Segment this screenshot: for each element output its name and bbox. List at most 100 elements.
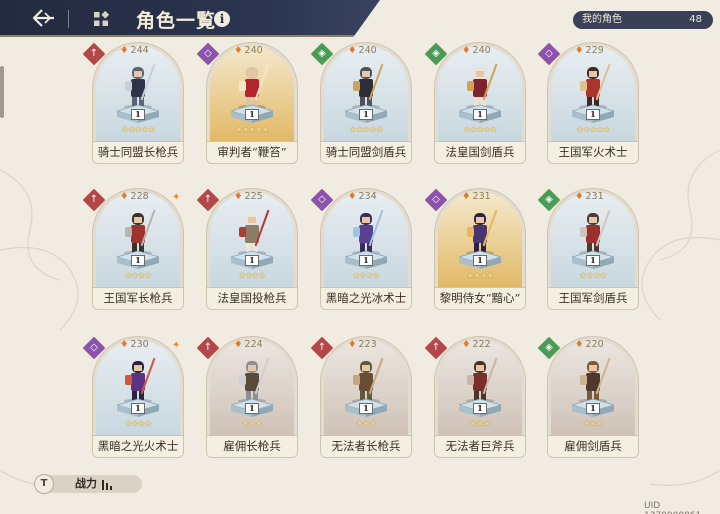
back-arrow-icon[interactable] [30,6,56,30]
scroll-indicator[interactable] [0,66,4,118]
character-name: 王国军剑盾兵 [548,287,638,309]
power-value: ♦ 234 [348,191,377,202]
character-sprite [466,63,498,109]
flame-icon: ♦ [348,191,357,202]
flame-icon: ♦ [462,191,471,202]
card-frame: ♦ 234 1 ★★★★ 黑暗之光冰术士 [320,188,412,310]
power-value: ♦ 231 [575,191,604,202]
level-badge: 1 [586,255,600,266]
star-rating: ★★★★★ [576,125,610,134]
flame-icon: ♦ [348,45,357,56]
power-value: ♦ 224 [234,339,263,350]
level-badge: 1 [131,403,145,414]
grid-view-icon[interactable] [93,11,109,27]
info-button[interactable]: i [214,11,230,27]
character-name: 雇佣剑盾兵 [548,435,638,457]
star-rating: ★★★★ [124,419,152,428]
character-card[interactable]: ♦ 240 1 ★★★★★ 骑士同盟剑盾兵 ◈ [309,41,412,164]
character-name: 雇佣长枪兵 [207,435,297,457]
character-card[interactable]: ♦ 244 1 ★★★★★ 骑士同盟长枪兵 ↑ [81,41,184,164]
character-name: 法皇国投枪兵 [207,287,297,309]
character-name: 王国军火术士 [548,141,638,163]
star-rating: ★★★★★ [463,125,497,134]
character-sprite [124,209,156,255]
star-rating: ★★★ [469,419,491,428]
level-badge: 1 [245,109,259,120]
star-rating: ★★★ [241,419,263,428]
character-sprite [352,63,384,109]
level-badge: 1 [245,403,259,414]
card-frame: ♦ 228 1 ★★★★ 王国军长枪兵 [92,188,184,310]
character-card[interactable]: ♦ 240 1 ★★★★★ 审判者“鞭笞” ◇ [195,41,298,164]
card-frame: ♦ 229 1 ★★★★★ 王国军火术士 [547,42,639,164]
character-name: 审判者“鞭笞” [207,141,297,163]
flame-icon: ♦ [234,45,243,56]
character-card[interactable]: ♦ 231 1 ★★★★ 王国军剑盾兵 ◈ [536,187,639,310]
character-card[interactable]: ♦ 220 1 ★★★ 雇佣剑盾兵 ◈ [536,335,639,458]
star-rating: ★★★★ [124,271,152,280]
character-card[interactable]: ♦ 228 1 ★★★★ 王国军长枪兵 ↑ ✦ [81,187,184,310]
level-badge: 1 [586,109,600,120]
flame-icon: ♦ [120,191,129,202]
character-card[interactable]: ♦ 234 1 ★★★★ 黑暗之光冰术士 ◇ [309,187,412,310]
card-frame: ♦ 240 1 ★★★★★ 审判者“鞭笞” [206,42,298,164]
power-value: ♦ 230 [120,339,149,350]
character-name: 骑士同盟剑盾兵 [321,141,411,163]
character-sprite [466,209,498,255]
character-name: 黑暗之光冰术士 [321,287,411,309]
character-card[interactable]: ♦ 231 1 ★★★★ 黎明侍女“黯心” ◇ [423,187,526,310]
header-divider [68,10,69,28]
star-rating: ★★★★★ [235,125,269,134]
level-badge: 1 [586,403,600,414]
power-value: ♦ 229 [575,45,604,56]
power-value: ♦ 240 [462,45,491,56]
character-name: 骑士同盟长枪兵 [93,141,183,163]
card-frame: ♦ 225 1 ★★★★ 法皇国投枪兵 [206,188,298,310]
character-name: 王国军长枪兵 [93,287,183,309]
character-sprite [579,357,611,403]
flame-icon: ♦ [462,339,471,350]
card-frame: ♦ 220 1 ★★★ 雇佣剑盾兵 [547,336,639,458]
flame-icon: ♦ [120,339,129,350]
star-rating: ★★★★★ [121,125,155,134]
flame-icon: ♦ [348,339,357,350]
star-rating: ★★★★ [466,271,494,280]
character-sprite [352,209,384,255]
header-bar: 角色一覧 i [0,0,380,37]
flame-icon: ♦ [462,45,471,56]
card-frame: ♦ 223 1 ★★★ 无法者长枪兵 [320,336,412,458]
card-frame: ♦ 240 1 ★★★★★ 法皇国剑盾兵 [434,42,526,164]
character-card[interactable]: ♦ 224 1 ★★★ 雇佣长枪兵 ↑ [195,335,298,458]
character-name: 黎明侍女“黯心” [435,287,525,309]
level-badge: 1 [473,109,487,120]
character-card[interactable]: ♦ 222 1 ★★★ 无法者巨斧兵 ↑ [423,335,526,458]
star-rating: ★★★ [582,419,604,428]
star-rating: ★★★★ [579,271,607,280]
level-badge: 1 [473,255,487,266]
character-card[interactable]: ♦ 240 1 ★★★★★ 法皇国剑盾兵 ◈ [423,41,526,164]
power-value: ♦ 223 [348,339,377,350]
flame-icon: ♦ [234,191,243,202]
character-card[interactable]: ♦ 223 1 ★★★ 无法者长枪兵 ↑ [309,335,412,458]
star-rating: ★★★ [355,419,377,428]
character-card[interactable]: ♦ 230 1 ★★★★ 黑暗之光火术士 ◇ ✦ [81,335,184,458]
level-badge: 1 [473,403,487,414]
power-value: ♦ 244 [120,45,149,56]
character-sprite [579,209,611,255]
card-frame: ♦ 230 1 ★★★★ 黑暗之光火术士 [92,336,184,458]
level-badge: 1 [359,403,373,414]
level-badge: 1 [359,109,373,120]
character-name: 无法者长枪兵 [321,435,411,457]
power-value: ♦ 231 [462,191,491,202]
power-label: 战力 [75,477,97,490]
flame-icon: ♦ [120,45,129,56]
power-sort-button[interactable]: T 战力 [34,474,142,494]
character-card[interactable]: ♦ 225 1 ★★★★ 法皇国投枪兵 ↑ [195,187,298,310]
new-indicator-icon: ✦ [172,192,181,203]
character-name: 黑暗之光火术士 [93,435,183,457]
my-characters-label: 我的角色 [582,14,622,25]
power-value: ♦ 225 [234,191,263,202]
card-frame: ♦ 222 1 ★★★ 无法者巨斧兵 [434,336,526,458]
character-card[interactable]: ♦ 229 1 ★★★★★ 王国军火术士 ◇ [536,41,639,164]
flame-icon: ♦ [575,339,584,350]
